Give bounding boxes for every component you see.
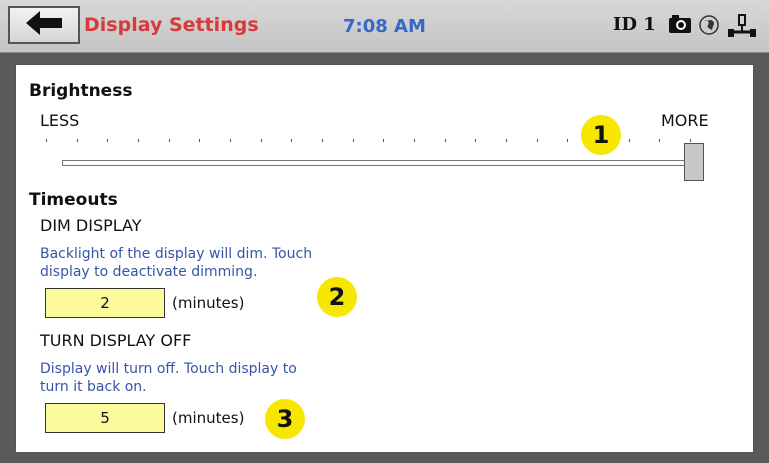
brightness-tick [291,139,293,142]
settings-panel: Brightness LESS MORE 1 Timeouts DIM DISP… [15,64,754,453]
brightness-more-label: MORE [661,111,709,130]
brightness-tick [352,139,354,142]
turn-display-off-unit: (minutes) [172,409,245,427]
brightness-tick [260,139,262,142]
brightness-tick [506,139,507,142]
page-title: Display Settings [84,14,259,36]
brightness-tick [168,139,170,142]
brightness-tick [444,139,446,142]
timeouts-heading: Timeouts [29,190,118,210]
brightness-tick [659,139,661,142]
network-globe-icon [698,14,720,40]
turn-display-off-minutes-input[interactable]: 5 [45,403,165,433]
back-arrow-icon [24,10,64,40]
turn-display-off-note: Display will turn off. Touch display to … [40,361,297,395]
back-button[interactable] [8,6,80,44]
brightness-tick [475,139,477,142]
brightness-tick [230,139,231,142]
brightness-tick [199,139,201,142]
callout-3-badge: 3 [265,399,305,439]
brightness-tick [107,139,109,142]
brightness-tick [414,139,415,142]
turn-display-off-label: TURN DISPLAY OFF [40,331,192,350]
brightness-less-label: LESS [40,111,80,130]
brightness-heading: Brightness [29,81,133,101]
brightness-slider-thumb[interactable] [684,143,704,181]
callout-1-badge: 1 [581,115,621,155]
brightness-tick [628,139,630,142]
brightness-tick [383,139,385,142]
device-id: ID 1 [613,14,656,35]
dim-display-unit: (minutes) [172,294,245,312]
dim-display-minutes-input[interactable]: 2 [45,288,165,318]
brightness-tick [76,139,78,142]
callout-2-badge: 2 [317,277,357,317]
brightness-tick [46,139,47,142]
usb-icon [727,14,757,42]
brightness-slider-track[interactable] [62,160,704,166]
dim-display-label: DIM DISPLAY [40,216,142,235]
clock-time: 7:08 AM [343,16,426,37]
brightness-tick [322,139,323,142]
brightness-tick [536,139,538,142]
brightness-tick [138,139,139,142]
brightness-tick [567,139,569,142]
top-bar: Display Settings 7:08 AM ID 1 [0,0,769,53]
dim-display-note: Backlight of the display will dim. Touch… [40,246,313,280]
camera-icon [668,14,692,38]
brightness-tick [690,139,691,142]
